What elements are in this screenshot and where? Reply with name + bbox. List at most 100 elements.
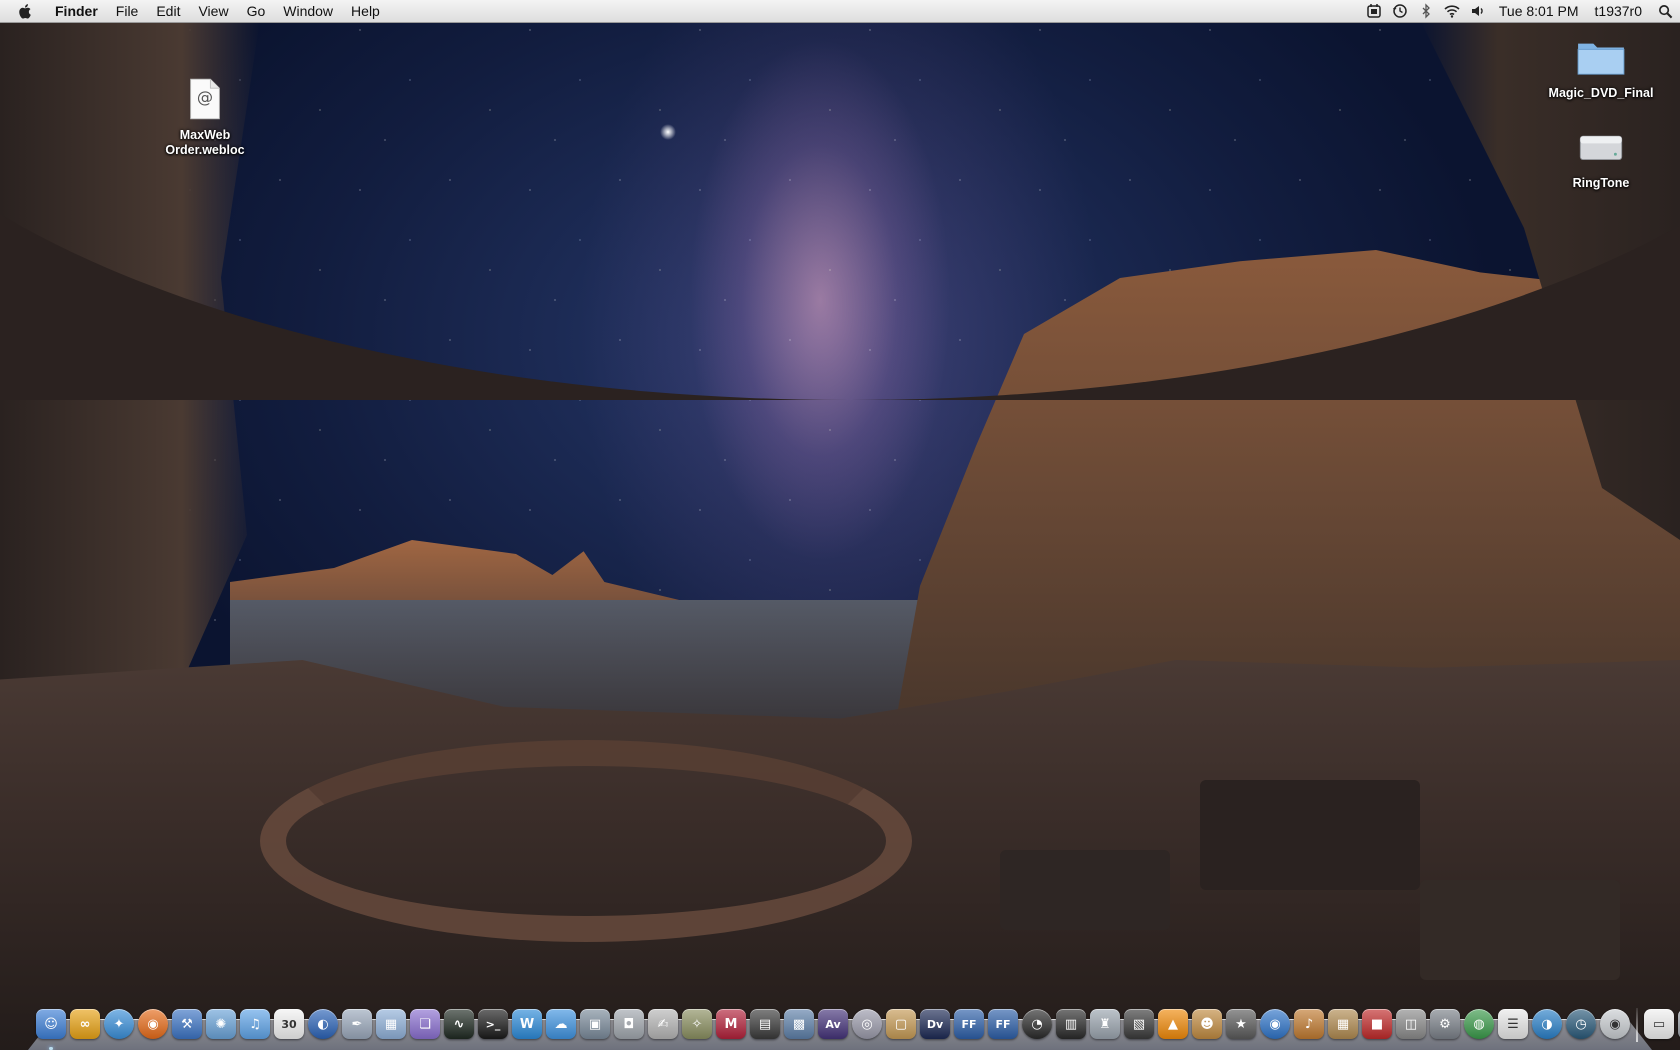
world-icon: ◑: [1532, 1009, 1562, 1039]
automator-icon: ✍: [648, 1009, 678, 1039]
pen-icon: ✒: [342, 1009, 372, 1039]
dock-item-iphoto-library[interactable]: ▩: [782, 1006, 816, 1042]
stack-icon: ❏: [410, 1009, 440, 1039]
dock-item-terminal[interactable]: >_: [476, 1006, 510, 1042]
dock-item-network[interactable]: ✺: [204, 1006, 238, 1042]
dock-item-stack[interactable]: ❏: [408, 1006, 442, 1042]
dock-item-photo-booth[interactable]: ∞: [68, 1006, 102, 1042]
dock-item-wand[interactable]: ✧: [680, 1006, 714, 1042]
dock-item-pen[interactable]: ✒: [340, 1006, 374, 1042]
dock-item-m2t[interactable]: M: [714, 1006, 748, 1042]
svg-text:@: @: [197, 88, 213, 107]
dock-item-final-cut[interactable]: ▧: [1122, 1006, 1156, 1042]
menu-extra-icon[interactable]: [1361, 0, 1387, 22]
globe-icon: ◐: [308, 1009, 338, 1039]
dock-item-imovie[interactable]: ★: [1224, 1006, 1258, 1042]
dock-item-automator[interactable]: ✍: [646, 1006, 680, 1042]
dock-item-xcode[interactable]: ⚒: [170, 1006, 204, 1042]
bluetooth-icon[interactable]: [1413, 0, 1439, 22]
dock-item-dv[interactable]: Dv: [918, 1006, 952, 1042]
desktop-item-magic-dvd-final[interactable]: Magic_DVD_Final: [1536, 32, 1666, 101]
ff2-icon: FF: [988, 1009, 1018, 1039]
menu-go[interactable]: Go: [238, 0, 275, 22]
dock-item-movie[interactable]: ▥: [1054, 1006, 1088, 1042]
desktop-item-maxweb-webloc[interactable]: @ MaxWeb Order.webloc: [140, 74, 270, 158]
dock-item-wordpress[interactable]: W: [510, 1006, 544, 1042]
dock-item-text-edit[interactable]: ☰: [1496, 1006, 1530, 1042]
dock-item-network-globe[interactable]: ◍: [1462, 1006, 1496, 1042]
image-editor-icon: ☻: [1192, 1009, 1222, 1039]
menu-username[interactable]: t1937r0: [1587, 0, 1650, 22]
rock: [1200, 780, 1420, 890]
dock-item-documents-stack[interactable]: ▭: [1642, 1006, 1676, 1042]
dock-item-ff[interactable]: FF: [952, 1006, 986, 1042]
dock-item-preview[interactable]: ▦: [374, 1006, 408, 1042]
dock-item-disk-utility[interactable]: ◫: [1394, 1006, 1428, 1042]
menu-finder[interactable]: Finder: [46, 0, 107, 22]
joystick-icon: ♜: [1090, 1009, 1120, 1039]
desktop-item-label: MaxWeb Order.webloc: [165, 128, 245, 157]
dock-item-webcam[interactable]: ◉: [1598, 1006, 1632, 1042]
m2t-icon: M: [716, 1009, 746, 1039]
dock-item-dvd-player[interactable]: ◎: [850, 1006, 884, 1042]
dock-item-ichat[interactable]: ☁: [544, 1006, 578, 1042]
network-icon: ✺: [206, 1009, 236, 1039]
desktop-item-ringtone[interactable]: RingTone: [1536, 122, 1666, 191]
vlc-icon: ▲: [1158, 1009, 1188, 1039]
preview-icon: ▦: [376, 1009, 406, 1039]
menu-clock[interactable]: Tue 8:01 PM: [1491, 0, 1587, 22]
menu-window[interactable]: Window: [274, 0, 342, 22]
dock-item-safari[interactable]: ✦: [102, 1006, 136, 1042]
dock-item-garageband[interactable]: ♪: [1292, 1006, 1326, 1042]
dock-item-clapper[interactable]: ▤: [748, 1006, 782, 1042]
dock-item-firefox[interactable]: ◉: [136, 1006, 170, 1042]
dock-item-iphoto[interactable]: ▣: [578, 1006, 612, 1042]
final-cut-icon: ▧: [1124, 1009, 1154, 1039]
dock-item-package[interactable]: ▢: [884, 1006, 918, 1042]
dock-item-itunes[interactable]: ♫: [238, 1006, 272, 1042]
volume-icon[interactable]: [1465, 0, 1491, 22]
spotlight-search-icon[interactable]: [1650, 0, 1680, 22]
dock-item-image-editor[interactable]: ☻: [1190, 1006, 1224, 1042]
network-globe-icon: ◍: [1464, 1009, 1494, 1039]
desktop-item-label: RingTone: [1572, 176, 1630, 190]
ical-icon: 30: [274, 1009, 304, 1039]
webcam-icon: ◉: [1600, 1009, 1630, 1039]
photo-viewer-icon: ▦: [1328, 1009, 1358, 1039]
stone-ruins: [260, 740, 912, 942]
time-machine-icon[interactable]: [1387, 0, 1413, 22]
dock-item-image-capture[interactable]: ◘: [612, 1006, 646, 1042]
dock-item-activity-monitor[interactable]: ∿: [442, 1006, 476, 1042]
menu-bar: Finder File Edit View Go Window Help Tue…: [0, 0, 1680, 23]
dock-item-vlc[interactable]: ▲: [1156, 1006, 1190, 1042]
image-capture-icon: ◘: [614, 1009, 644, 1039]
dock-item-red-app[interactable]: ■: [1360, 1006, 1394, 1042]
menu-view[interactable]: View: [189, 0, 237, 22]
safari-icon: ✦: [104, 1009, 134, 1039]
dock-item-finder[interactable]: ☺: [34, 1006, 68, 1050]
dock-item-globe[interactable]: ◐: [306, 1006, 340, 1042]
menu-help[interactable]: Help: [342, 0, 389, 22]
apple-icon[interactable]: [18, 2, 36, 20]
dock-item-joystick[interactable]: ♜: [1088, 1006, 1122, 1042]
finder-icon: ☺: [36, 1009, 66, 1039]
rock: [1000, 850, 1170, 930]
iphoto-library-icon: ▩: [784, 1009, 814, 1039]
folder-icon: [1575, 32, 1627, 82]
wifi-icon[interactable]: [1439, 0, 1465, 22]
firefox-icon: ◉: [138, 1009, 168, 1039]
dock-item-time-machine-dock[interactable]: ◷: [1564, 1006, 1598, 1042]
time-machine-dock-icon: ◷: [1566, 1009, 1596, 1039]
dock-item-dashboard[interactable]: ◔: [1020, 1006, 1054, 1042]
dock-item-av[interactable]: Av: [816, 1006, 850, 1042]
ff-icon: FF: [954, 1009, 984, 1039]
dock-item-system-preferences[interactable]: ⚙: [1428, 1006, 1462, 1042]
dock-item-photo-viewer[interactable]: ▦: [1326, 1006, 1360, 1042]
dock-item-ff2[interactable]: FF: [986, 1006, 1020, 1042]
dock-item-trash[interactable]: ⌫: [1676, 1006, 1680, 1042]
menu-edit[interactable]: Edit: [147, 0, 189, 22]
dock-item-quicktime[interactable]: ◉: [1258, 1006, 1292, 1042]
dock-item-ical[interactable]: 30: [272, 1006, 306, 1042]
dock-item-world[interactable]: ◑: [1530, 1006, 1564, 1042]
menu-file[interactable]: File: [107, 0, 148, 22]
